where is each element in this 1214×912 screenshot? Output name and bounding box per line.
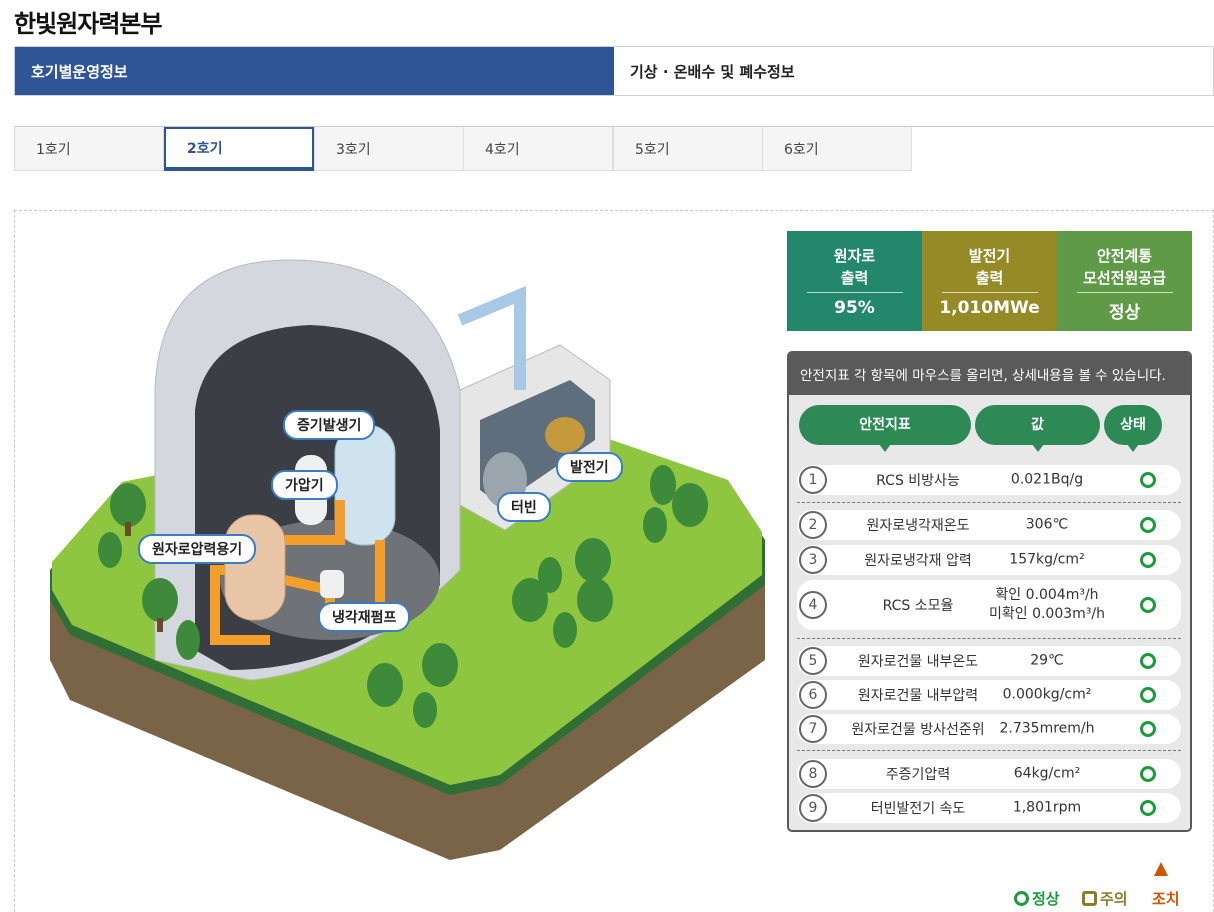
status-normal-icon	[1140, 653, 1156, 669]
reactor-output-label2: 출력	[840, 269, 869, 287]
safety-row-4[interactable]: 4 RCS 소모율 확인 0.004m³/h 미확인 0.003m³/h	[797, 580, 1181, 630]
row-number: 2	[799, 511, 827, 539]
indicator-value-unconfirmed: 미확인 0.003m³/h	[988, 606, 1105, 622]
tab-unit-1[interactable]: 1호기	[14, 127, 164, 171]
safety-bus-value: 정상	[1108, 303, 1141, 323]
safety-row-9[interactable]: 9 터빈발전기 속도 1,801rpm	[797, 793, 1181, 823]
indicator-value: 157kg/cm²	[1009, 551, 1085, 568]
tab-unit-2[interactable]: 2호기	[164, 127, 314, 171]
reactor-output-label1: 원자로	[833, 247, 876, 265]
label-generator[interactable]: 발전기	[556, 452, 623, 482]
legend-caution-label: 주의	[1100, 890, 1128, 908]
plant-illustration: 증기발생기 가압기 원자로압력용기 냉각재펌프 터빈 발전기	[30, 240, 770, 880]
row-number: 3	[799, 546, 827, 574]
row-separator	[797, 750, 1181, 751]
indicator-value: 확인 0.004m³/h 미확인 0.003m³/h	[977, 586, 1117, 624]
plant-diagram-svg	[50, 259, 765, 860]
row-number: 6	[799, 681, 827, 709]
status-normal-icon	[1140, 517, 1156, 533]
col-header-indicator: 안전지표	[799, 405, 971, 452]
status-normal-icon	[1140, 472, 1156, 488]
indicator-value: 29℃	[1030, 652, 1064, 669]
status-normal-icon	[1140, 800, 1156, 816]
legend-action: 조치	[1152, 888, 1180, 909]
status-legend: 정상 주의 조치	[1014, 862, 1204, 910]
row-number: 8	[799, 760, 827, 788]
row-number: 9	[799, 794, 827, 822]
tab-unit-6[interactable]: 6호기	[762, 127, 912, 171]
safety-row-3[interactable]: 3 원자로냉각재 압력 157kg/cm²	[797, 545, 1181, 575]
indicator-value: 64kg/cm²	[1013, 765, 1081, 782]
col-header-status: 상태	[1104, 405, 1162, 452]
legend-normal-label: 정상	[1032, 890, 1060, 908]
legend-normal: 정상	[1014, 888, 1060, 909]
output-summary: 원자로 출력 95% 발전기 출력 1,010MWe 안전계통 모선전원공급 정…	[787, 231, 1192, 331]
indicator-value-confirmed: 확인 0.004m³/h	[995, 587, 1099, 603]
indicator-value: 0.021Bq/g	[1010, 471, 1084, 488]
row-number: 1	[799, 466, 827, 494]
legend-action-label: 조치	[1152, 890, 1180, 908]
coolant-pump	[320, 570, 344, 598]
row-separator	[797, 502, 1181, 503]
safety-indicator-panel: 안전지표 각 항목에 마우스를 올리면, 상세내용을 볼 수 있습니다. 안전지…	[787, 351, 1192, 832]
safety-row-5[interactable]: 5 원자로건물 내부온도 29℃	[797, 646, 1181, 676]
reactor-vessel	[224, 514, 286, 621]
status-normal-icon	[1140, 766, 1156, 782]
generator-output-value: 1,010MWe	[939, 298, 1040, 318]
generator-output-box: 발전기 출력 1,010MWe	[922, 231, 1057, 331]
generator-coil	[545, 417, 585, 453]
label-pressurizer[interactable]: 가압기	[271, 470, 338, 500]
indicator-value: 0.000kg/cm²	[1002, 686, 1092, 703]
main-tab-bar: 호기별운영정보 기상 · 온배수 및 폐수정보	[14, 46, 1214, 96]
tab-weather-discharge[interactable]: 기상 · 온배수 및 폐수정보	[614, 47, 1213, 95]
indicator-value: 306℃	[1025, 516, 1069, 533]
legend-caution: 주의	[1082, 888, 1128, 909]
reactor-output-box: 원자로 출력 95%	[787, 231, 922, 331]
safety-panel-header: 안전지표 각 항목에 마우스를 올리면, 상세내용을 볼 수 있습니다.	[789, 353, 1190, 395]
status-normal-icon	[1140, 552, 1156, 568]
safety-row-8[interactable]: 8 주증기압력 64kg/cm²	[797, 759, 1181, 789]
status-normal-icon	[1140, 687, 1156, 703]
row-number: 7	[799, 715, 827, 743]
safety-bus-label2: 모선전원공급	[1083, 269, 1166, 287]
tab-unit-operation[interactable]: 호기별운영정보	[15, 47, 614, 95]
safety-row-6[interactable]: 6 원자로건물 내부압력 0.000kg/cm²	[797, 680, 1181, 710]
safety-row-2[interactable]: 2 원자로냉각재온도 306℃	[797, 510, 1181, 540]
caution-square-icon	[1082, 891, 1097, 906]
divider	[1076, 292, 1173, 293]
row-number: 5	[799, 647, 827, 675]
row-separator	[797, 638, 1181, 639]
action-triangle-icon	[1154, 862, 1168, 876]
tab-unit-5[interactable]: 5호기	[613, 127, 763, 171]
label-reactor-vessel[interactable]: 원자로압력용기	[138, 534, 257, 564]
safety-row-1[interactable]: 1 RCS 비방사능 0.021Bq/g	[797, 465, 1181, 495]
tab-unit-4[interactable]: 4호기	[463, 127, 613, 171]
safety-row-7[interactable]: 7 원자로건물 방사선준위 2.735mrem/h	[797, 714, 1181, 744]
label-coolant-pump[interactable]: 냉각재펌프	[318, 602, 411, 632]
divider	[806, 292, 903, 293]
page-title: 한빛원자력본부	[14, 10, 163, 38]
reactor-output-value: 95%	[834, 298, 875, 318]
safety-bus-box: 안전계통 모선전원공급 정상	[1057, 231, 1192, 331]
row-number: 4	[799, 591, 827, 619]
status-normal-icon	[1140, 721, 1156, 737]
label-turbine[interactable]: 터빈	[497, 492, 551, 522]
indicator-value: 1,801rpm	[1012, 799, 1082, 816]
indicator-value: 2.735mrem/h	[999, 720, 1095, 737]
safety-bus-label1: 안전계통	[1096, 247, 1153, 265]
col-header-value: 값	[975, 405, 1100, 452]
unit-tab-bar: 1호기 2호기 3호기 4호기 5호기 6호기	[14, 126, 1214, 171]
divider	[941, 292, 1038, 293]
safety-column-headers: 안전지표 값 상태	[799, 405, 1179, 452]
generator-output-label1: 발전기	[968, 247, 1011, 265]
tab-unit-3[interactable]: 3호기	[314, 127, 464, 171]
normal-circle-icon	[1014, 891, 1029, 906]
label-steam-generator[interactable]: 증기발생기	[283, 410, 376, 440]
status-normal-icon	[1140, 597, 1156, 613]
generator-output-label2: 출력	[975, 269, 1004, 287]
